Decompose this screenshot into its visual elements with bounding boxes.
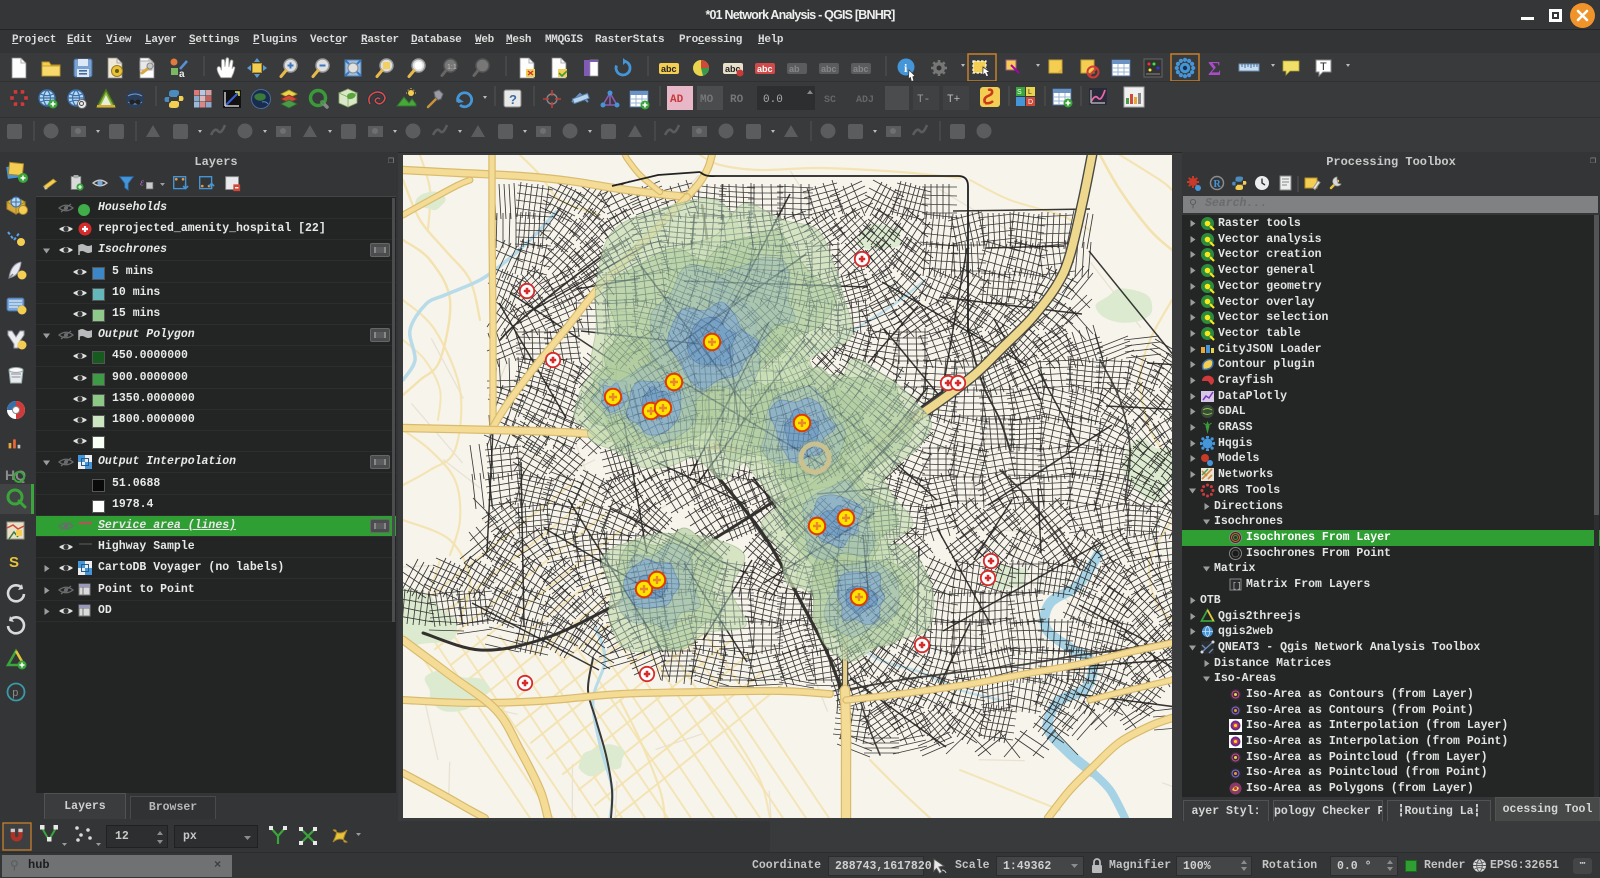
svg-text:T+: T+: [947, 94, 960, 106]
svg-text:S: S: [1017, 89, 1022, 96]
svg-text:a: a: [179, 69, 185, 80]
svg-text:ADJ: ADJ: [856, 95, 874, 106]
svg-text:Σ: Σ: [1208, 58, 1221, 80]
svg-text:abc: abc: [757, 64, 773, 74]
svg-text:L: L: [1028, 89, 1032, 96]
svg-text:ab: ab: [789, 64, 800, 74]
svg-text:[]: []: [1232, 582, 1242, 591]
svg-text:R: R: [1214, 179, 1222, 190]
svg-text:AD: AD: [670, 94, 684, 106]
svg-text:MO: MO: [700, 94, 714, 106]
svg-text:0.0: 0.0: [763, 94, 783, 106]
svg-text:ε: ε: [140, 178, 145, 189]
svg-text:T: T: [1320, 61, 1327, 73]
svg-text:abc: abc: [821, 64, 837, 74]
svg-text:SC: SC: [824, 95, 836, 106]
svg-text:abc: abc: [661, 64, 677, 74]
svg-text:abc: abc: [853, 64, 869, 74]
svg-text:1:1: 1:1: [447, 64, 457, 71]
svg-text:S: S: [9, 554, 19, 571]
svg-text:D: D: [1028, 99, 1033, 106]
svg-text:?: ?: [509, 92, 517, 107]
svg-text:T-: T-: [917, 94, 930, 106]
svg-text:p: p: [12, 688, 19, 700]
svg-text:RO: RO: [730, 94, 744, 106]
